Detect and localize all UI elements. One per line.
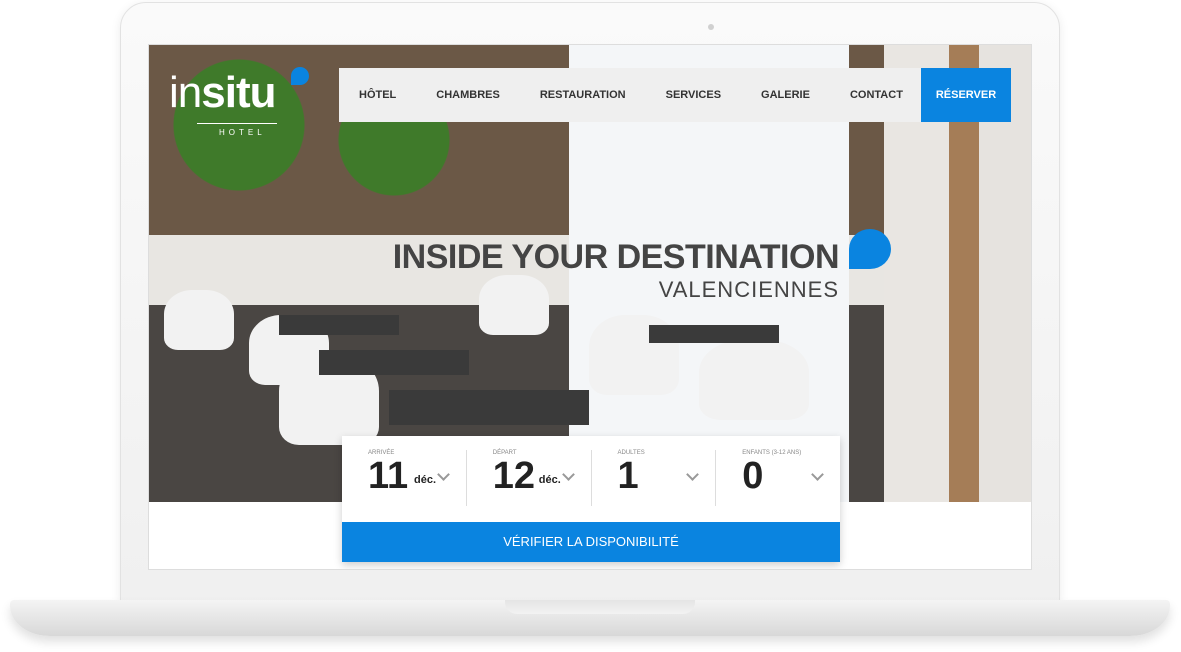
departure-date-select[interactable]: DÉPART 12 déc.	[467, 450, 592, 506]
reserve-button[interactable]: RÉSERVER	[921, 68, 1011, 122]
main-nav: HÔTEL CHAMBRES RESTAURATION SERVICES GAL…	[339, 68, 1011, 122]
laptop-base	[10, 600, 1170, 636]
departure-month: déc.	[538, 474, 561, 486]
logo-subtitle: HOTEL	[219, 128, 266, 137]
nav-restauration[interactable]: RESTAURATION	[520, 68, 646, 122]
base-notch	[505, 600, 695, 614]
check-availability-button[interactable]: VÉRIFIER LA DISPONIBILITÉ	[342, 522, 840, 562]
table	[649, 325, 779, 343]
children-value: 0	[742, 455, 764, 497]
insitu-logo[interactable]: insitu HOTEL	[169, 67, 309, 137]
logo-divider	[197, 123, 277, 124]
nav-hotel[interactable]: HÔTEL	[339, 68, 416, 122]
nav-chambres[interactable]: CHAMBRES	[416, 68, 520, 122]
website-screen: insitu HOTEL HÔTEL CHAMBRES RESTAURATION…	[148, 44, 1032, 570]
hero-tagline: INSIDE YOUR DESTINATION VALENCIENNES	[392, 237, 840, 303]
adults-value: 1	[617, 455, 639, 497]
nav-galerie[interactable]: GALERIE	[741, 68, 830, 122]
drop-icon	[849, 229, 891, 269]
nav-services[interactable]: SERVICES	[646, 68, 741, 122]
logo-bold: situ	[201, 68, 276, 117]
hero-subtitle: VALENCIENNES	[658, 277, 839, 302]
nav-contact[interactable]: CONTACT	[830, 68, 923, 122]
table	[319, 350, 469, 375]
adults-select[interactable]: ADULTES 1	[592, 450, 717, 506]
hero-title: INSIDE YOUR DESTINATION	[392, 238, 840, 276]
logo-light: in	[169, 68, 202, 117]
children-select[interactable]: ENFANTS (3-12 ANS) 0	[716, 450, 840, 506]
logo-drop-icon	[291, 67, 309, 85]
chair	[164, 290, 234, 350]
table	[389, 390, 589, 425]
arrival-date-select[interactable]: ARRIVÉE 11 déc.	[342, 450, 467, 506]
chair	[699, 340, 809, 420]
camera	[708, 24, 714, 30]
arrival-month: déc.	[414, 474, 437, 486]
table	[279, 315, 399, 335]
booking-widget: ARRIVÉE 11 déc. DÉPART 12 déc. ADULTES 1…	[342, 436, 840, 562]
